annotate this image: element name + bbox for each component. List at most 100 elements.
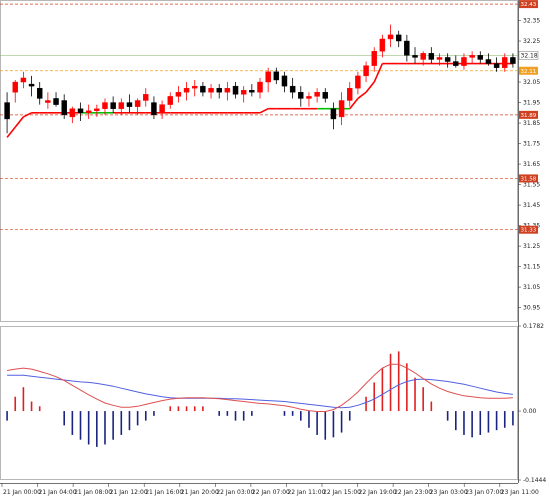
main-plot-frame [0,0,518,322]
candle-body [420,53,426,60]
candle-body [28,83,35,87]
time-tick-label: 21 Jan 12:00 [110,489,148,496]
candle-body [240,90,247,95]
price-tick-label: 30.95 [523,305,540,312]
candle-body [469,55,475,58]
candle-body [412,55,418,58]
time-tick-label: 23 Jan 03:00 [430,489,468,496]
time-tick-label: 21 Jan 08:00 [74,489,112,496]
candle-body [20,77,27,83]
time-tick-label: 23 Jan 11:00 [501,489,539,496]
price-tick-label: 31.55 [523,182,540,189]
candle-body [232,85,239,95]
candle-body [12,81,18,93]
candle-body [371,51,377,66]
chart-window: 32.35 32.25 32.05 31.95 31.85 31.75 31.65 31.55… [0,0,550,500]
candle-body [110,102,116,109]
candle-body [314,92,320,97]
trailing-stop-segment [373,63,384,83]
level-badge-label: 31.89 [521,113,537,119]
candle-body [102,102,108,109]
time-tick-label: 21 Jan 04:00 [39,489,77,496]
time-tick-label: 21 Jan 00:00 [3,489,41,496]
oscillator-tick-label: -0.1444 [523,477,546,484]
candle-body [94,108,100,111]
price-and-oscillator-chart: 32.35 32.25 32.05 31.95 31.85 31.75 31.65 31.55… [0,0,546,496]
candle-body [192,85,198,89]
level-badge-label: 32.43 [521,2,537,8]
level-badge-label: 32.11 [521,69,537,75]
candle-body [4,102,10,120]
time-tick-label: 21 Jan 16:00 [145,489,183,496]
price-tick-label: 31.85 [523,120,540,127]
candle-body [200,85,206,93]
time-tick-label: 21 Jan 20:00 [181,489,219,496]
candle-body [395,34,402,42]
price-tick-label: 32.35 [523,18,540,25]
time-tick-label: 23 Jan 07:00 [465,489,503,496]
candle-body [183,87,190,93]
candle-body [493,63,500,68]
candle-body [453,61,459,66]
candle-body [265,71,271,83]
candle-body [257,81,263,93]
time-tick-label: 22 Jan 23:00 [394,489,432,496]
candle-body [118,102,125,109]
time-tick-label: 22 Jan 03:00 [216,489,254,496]
candle-body [363,65,369,77]
candle-body [151,102,157,116]
candle-body [36,87,43,99]
candle-body [347,87,353,101]
candle-body [306,96,312,99]
trailing-stop-segment [259,107,269,114]
candle-body [477,55,484,60]
candle-body [143,94,149,101]
price-tick-label: 32.05 [523,79,540,86]
price-tick-label: 31.25 [523,243,540,250]
candle-body [322,92,328,99]
candle-body [167,96,173,105]
level-badge-label: 31.33 [521,228,537,234]
trailing-stop-segment [6,126,16,138]
candle-body [298,92,304,99]
candle-body [126,102,133,107]
candle-body [85,110,92,114]
candle-body [281,75,288,87]
candle-body [379,38,386,52]
candle-body [61,100,67,116]
candle-body [53,98,59,105]
price-tick-label: 31.05 [523,284,540,291]
candle-body [208,87,214,93]
time-tick-label: 22 Jan 11:00 [287,489,325,496]
oscillator-signal-line-red [7,363,513,412]
price-tick-label: 31.45 [523,202,540,209]
candle-body [404,40,410,56]
level-badge-label: 31.58 [521,176,537,182]
candle-body [510,57,516,64]
time-tick-label: 22 Jan 15:00 [323,489,361,496]
candle-body [502,57,508,68]
candle-body [249,90,255,93]
candle-body [338,100,345,118]
candle-body [69,108,76,118]
price-tick-label: 31.15 [523,264,540,271]
trailing-stop-segment [14,116,25,128]
candle-body [77,108,84,114]
current-price-label: 32.18 [521,52,538,59]
candle-body [355,75,361,89]
trailing-stop-segment [365,81,375,93]
candle-body [273,71,280,81]
candle-body [428,53,435,60]
candle-body [45,100,51,103]
candle-body [330,108,337,120]
candle-body [175,92,182,97]
price-tick-label: 31.75 [523,141,540,148]
candle-body [224,87,231,93]
time-tick-label: 22 Jan 19:00 [359,489,397,496]
candle-body [444,57,451,62]
candle-body [134,100,141,107]
oscillator-tick-label: 0.00 [523,408,537,415]
candle-body [216,87,222,93]
oscillator-tick-label: 0.1782 [523,323,544,330]
candle-body [159,104,165,114]
